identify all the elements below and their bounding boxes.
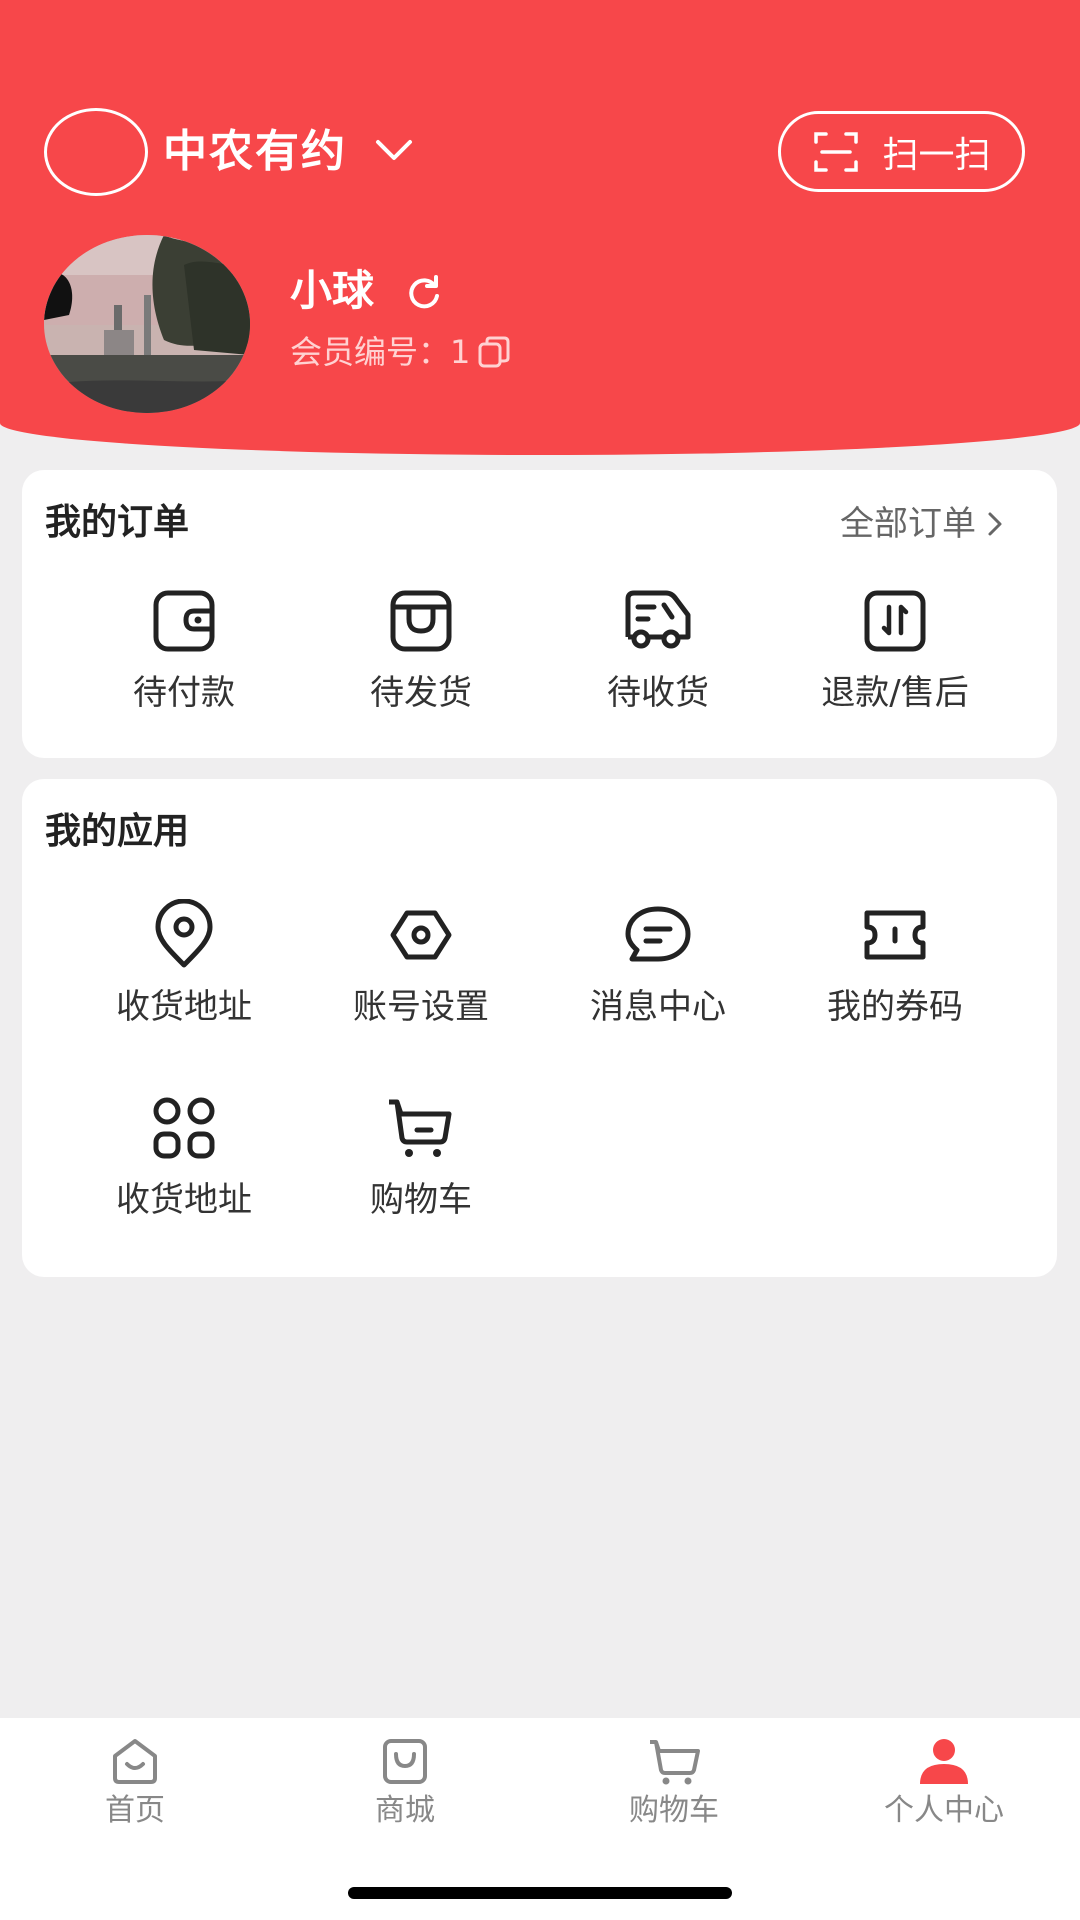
member-label: 会员编号： <box>290 333 451 371</box>
cart-icon <box>650 1740 700 1785</box>
nav-label: 商城 <box>375 1793 435 1828</box>
message-bubble-icon <box>625 906 691 962</box>
nav-home[interactable]: 首页 <box>35 1736 235 1832</box>
refresh-icon[interactable] <box>404 272 444 312</box>
wallet-icon <box>153 590 215 652</box>
profile-page: 中农有约 扫一扫 小球 会员编号： 1 我的订单 全部订单 待付款 待发货 待收… <box>0 0 1080 1920</box>
nav-shop[interactable]: 商城 <box>305 1736 505 1832</box>
member-number: 1 <box>450 333 471 371</box>
package-icon <box>390 590 452 652</box>
apps-title: 我的应用 <box>45 811 190 852</box>
app-label: 我的券码 <box>827 987 963 1027</box>
order-label: 待收货 <box>607 673 709 713</box>
app-account-settings[interactable]: 账号设置 <box>303 899 539 1031</box>
location-pin-icon <box>155 899 213 968</box>
nav-label: 个人中心 <box>884 1793 1004 1828</box>
order-refund-aftersale[interactable]: 退款/售后 <box>777 585 1013 717</box>
app-shipping-address[interactable]: 收货地址 <box>66 899 302 1031</box>
all-orders-link[interactable]: 全部订单 <box>840 500 1006 548</box>
home-indicator <box>348 1887 732 1899</box>
scan-label: 扫一扫 <box>882 134 991 176</box>
order-pending-payment[interactable]: 待付款 <box>66 585 302 717</box>
cart-icon <box>389 1099 452 1157</box>
order-pending-shipment[interactable]: 待发货 <box>303 585 539 717</box>
chevron-right-icon <box>988 512 1002 536</box>
app-my-coupons[interactable]: 我的券码 <box>777 899 1013 1031</box>
copy-icon[interactable] <box>476 334 512 370</box>
app-label: 收货地址 <box>116 987 252 1027</box>
grid-apps-icon <box>153 1097 215 1159</box>
refund-icon <box>864 590 926 652</box>
nav-cart[interactable]: 购物车 <box>574 1736 774 1832</box>
app-shopping-cart[interactable]: 购物车 <box>303 1092 539 1224</box>
nav-label: 购物车 <box>629 1793 719 1828</box>
order-label: 待付款 <box>133 673 235 713</box>
store-logo[interactable] <box>44 108 148 196</box>
nav-label: 首页 <box>105 1793 165 1828</box>
app-label: 消息中心 <box>590 987 726 1027</box>
app-shipping-address-2[interactable]: 收货地址 <box>66 1092 302 1224</box>
all-orders-label: 全部订单 <box>840 504 976 544</box>
order-pending-receipt[interactable]: 待收货 <box>540 585 776 717</box>
delivery-truck-icon <box>625 590 691 649</box>
home-icon <box>113 1739 157 1784</box>
store-name[interactable]: 中农有约 <box>163 122 347 182</box>
order-label: 待发货 <box>370 673 472 713</box>
settings-hexagon-icon <box>390 910 452 960</box>
orders-title: 我的订单 <box>45 502 190 543</box>
order-label: 退款/售后 <box>821 673 969 713</box>
nav-profile[interactable]: 个人中心 <box>844 1736 1044 1832</box>
app-label: 购物车 <box>370 1180 472 1220</box>
app-label: 账号设置 <box>353 987 489 1027</box>
avatar-photo <box>44 235 250 413</box>
scan-button[interactable]: 扫一扫 <box>778 111 1025 192</box>
ticket-icon <box>864 910 926 960</box>
user-name: 小球 <box>290 266 375 315</box>
person-icon <box>920 1739 968 1784</box>
chevron-down-icon[interactable] <box>372 136 416 166</box>
member-number-row: 会员编号： 1 <box>290 330 512 374</box>
app-message-center[interactable]: 消息中心 <box>540 899 776 1031</box>
app-label: 收货地址 <box>116 1180 252 1220</box>
shop-bag-icon <box>383 1739 427 1784</box>
avatar[interactable] <box>44 235 250 413</box>
scan-icon <box>814 131 859 172</box>
